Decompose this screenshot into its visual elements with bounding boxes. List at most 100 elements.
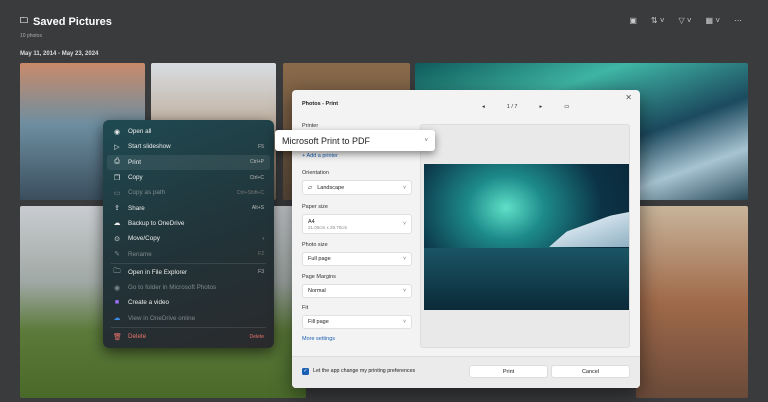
cloud-icon: ☁ — [113, 315, 121, 323]
menu-item-label: Start slideshow — [128, 143, 171, 151]
menu-item-copy-as-path: ▭ Copy as path Ctrl+Shift+C — [107, 185, 270, 200]
menu-item-label: Copy — [128, 174, 143, 182]
menu-item-label: Open all — [128, 128, 152, 136]
path-icon: ▭ — [113, 189, 121, 197]
chevron-down-icon: ˅ — [403, 221, 406, 227]
dialog-title: Photos - Print — [302, 101, 339, 107]
page-indicator: 1 / 7 — [506, 104, 518, 110]
menu-separator — [111, 326, 266, 328]
menu-item-backup-to-onedrive[interactable]: ☁ Backup to OneDrive — [107, 216, 270, 231]
toolbar: ▣ ⇅ ˅ ▽ ˅ ▦ ˅ ⋯ — [629, 16, 742, 25]
menu-item-label: Move/Copy — [128, 235, 160, 243]
view-icon[interactable]: ▦ ˅ — [706, 16, 720, 25]
rename-icon: ✎ — [114, 251, 120, 259]
menu-item-label: View in OneDrive online — [128, 314, 196, 322]
menu-item-shortcut: F5 — [258, 143, 264, 150]
fit-view-icon[interactable]: ▭ — [564, 104, 569, 110]
menu-item-label: Create a video — [128, 299, 169, 307]
paper-size-select[interactable]: A4 21.00cm x 29.70cm ˅ — [302, 214, 412, 234]
menu-item-shortcut: Ctrl+C — [249, 174, 264, 181]
menu-item-shortcut: › — [262, 235, 264, 242]
close-icon[interactable]: ✕ — [625, 93, 632, 102]
chevron-down-icon: ˅ — [403, 256, 406, 262]
fit-value: Fill page — [308, 319, 329, 325]
cancel-button[interactable]: Cancel — [551, 365, 630, 378]
menu-item-shortcut: Ctrl+P — [249, 159, 264, 166]
preview-image — [424, 164, 629, 310]
menu-item-shortcut: Delete — [249, 333, 264, 340]
fit-select[interactable]: Fill page ˅ — [302, 315, 412, 329]
chevron-down-icon: ˅ — [403, 184, 406, 191]
context-menu: ◉ Open all ▷ Start slideshow F5 ⎙ Print Ctrl+P ❐… — [103, 120, 274, 348]
menu-item-create-a-video[interactable]: ■ Create a video — [107, 295, 270, 310]
orientation-select[interactable]: ▱ Landscape ˅ — [302, 180, 412, 195]
next-page-icon[interactable]: ▸ — [539, 104, 542, 110]
menu-item-shortcut: Alt+S — [251, 205, 264, 212]
photo-size-value: Full page — [308, 256, 331, 262]
menu-item-shortcut: Ctrl+Shift+C — [236, 189, 264, 196]
menu-item-go-to-folder-in-microsoft-photos: ◉ Go to folder in Microsoft Photos — [107, 280, 270, 295]
menu-item-move-copy[interactable]: ⊙ Move/Copy › — [107, 231, 270, 246]
menu-item-label: Rename — [128, 250, 152, 258]
slideshow-icon: ▷ — [114, 143, 120, 151]
menu-item-label: Go to folder in Microsoft Photos — [128, 284, 217, 292]
paper-size-label: Paper size — [302, 204, 328, 210]
eye-icon: ◉ — [113, 128, 121, 136]
sort-icon[interactable]: ⇅ ˅ — [651, 16, 665, 25]
slideshow-icon[interactable]: ▣ — [629, 16, 637, 25]
printer-value: Microsoft Print to PDF — [282, 135, 371, 146]
menu-item-label: Print — [128, 158, 141, 166]
share-icon: ⇪ — [114, 205, 120, 213]
menu-item-rename: ✎ Rename F2 — [107, 246, 270, 261]
photo-size-select[interactable]: Full page ˅ — [302, 252, 412, 266]
menu-item-label: Copy as path — [128, 189, 166, 197]
menu-item-start-slideshow[interactable]: ▷ Start slideshow F5 — [107, 139, 270, 154]
print-button[interactable]: Print — [469, 365, 548, 378]
orientation-value: Landscape — [317, 184, 345, 191]
folder-icon: 🗀 — [113, 267, 121, 275]
margins-select[interactable]: Normal ˅ — [302, 284, 412, 298]
paper-dims: 21.00cm x 29.70cm — [308, 224, 348, 230]
menu-item-shortcut: F3 — [258, 269, 264, 276]
menu-item-share[interactable]: ⇪ Share Alt+S — [107, 200, 270, 215]
printer-icon: ⎙ — [114, 158, 120, 166]
menu-item-copy[interactable]: ❐ Copy Ctrl+C — [107, 170, 270, 185]
menu-item-print[interactable]: ⎙ Print Ctrl+P — [107, 154, 270, 170]
landscape-icon: ▱ — [308, 184, 313, 191]
preferences-checkbox[interactable]: ✓ — [302, 368, 309, 375]
chevron-down-icon: ˅ — [424, 137, 428, 144]
menu-item-label: Backup to OneDrive — [128, 219, 185, 227]
eye-icon: ◉ — [113, 284, 121, 292]
orientation-label: Orientation — [302, 170, 329, 176]
trash-icon: 🗑 — [113, 333, 122, 341]
photo-tile[interactable] — [636, 206, 748, 398]
printer-label: Printer — [302, 123, 319, 129]
photo-size-label: Photo size — [302, 242, 328, 248]
add-printer-label: Add a printer — [306, 153, 338, 159]
copy-icon: ❐ — [113, 174, 121, 182]
menu-separator — [111, 262, 266, 264]
page-nav: ◂ 1 / 7 ▸ ▭ — [482, 104, 569, 110]
add-printer-link[interactable]: + Add a printer — [302, 153, 338, 159]
page-title: 🗀 Saved Pictures — [20, 16, 112, 28]
chevron-down-icon: ˅ — [403, 288, 406, 294]
menu-item-delete[interactable]: 🗑 Delete Delete — [107, 329, 270, 344]
menu-item-open-all[interactable]: ◉ Open all — [107, 124, 270, 139]
more-icon[interactable]: ⋯ — [734, 16, 742, 25]
menu-item-label: Share — [128, 204, 145, 212]
folder-icon: 🗀 — [20, 16, 28, 25]
backup-icon: ☁ — [113, 220, 121, 228]
margins-value: Normal — [308, 288, 326, 294]
filter-icon[interactable]: ▽ ˅ — [679, 16, 692, 25]
prev-page-icon[interactable]: ◂ — [482, 104, 485, 110]
menu-item-label: Delete — [128, 333, 147, 340]
menu-item-open-in-file-explorer[interactable]: 🗀 Open in File Explorer F3 — [107, 265, 270, 280]
video-icon: ■ — [114, 299, 120, 307]
photo-count: 10 photos — [20, 33, 42, 39]
printer-select[interactable]: Microsoft Print to PDF ˅ — [275, 130, 435, 151]
date-range: May 11, 2014 - May 23, 2024 — [20, 51, 99, 57]
menu-item-label: Open in File Explorer — [128, 268, 188, 276]
chevron-down-icon: ˅ — [403, 319, 406, 325]
more-settings-link[interactable]: More settings — [302, 336, 335, 342]
print-preview — [420, 124, 630, 348]
